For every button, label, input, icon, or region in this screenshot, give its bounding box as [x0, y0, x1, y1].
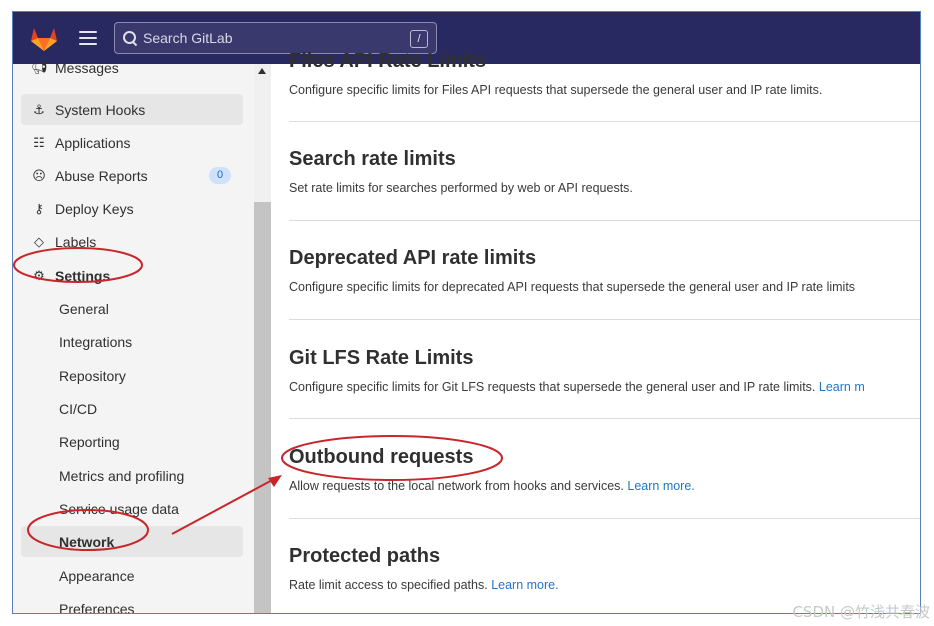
search-icon	[123, 31, 137, 45]
sidebar-item-system-hooks[interactable]: ⚓︎ System Hooks	[21, 94, 243, 125]
section-description: Set rate limits for searches performed b…	[289, 181, 633, 195]
section-files-api-rate-limits: Files API Rate Limits Configure specific…	[289, 50, 920, 97]
search-shortcut-key: /	[410, 30, 428, 48]
abuse-face-icon: ☹	[32, 167, 46, 183]
section-divider	[289, 518, 920, 519]
section-deprecated-api-rate-limits: Deprecated API rate limits Configure spe…	[289, 247, 920, 294]
sidebar-item-deploy-keys[interactable]: ⚷ Deploy Keys	[21, 193, 243, 224]
sidebar-item-labels[interactable]: ◇ Labels	[21, 226, 243, 257]
sidebar-subitem-appearance[interactable]: Appearance	[21, 560, 243, 591]
abuse-reports-count-badge: 0	[209, 167, 231, 184]
section-outbound-requests: Outbound requests Allow requests to the …	[289, 446, 920, 493]
section-divider	[289, 319, 920, 320]
sidebar-subitem-network[interactable]: Network	[21, 526, 243, 557]
watermark: CSDN @竹浅共春波	[792, 603, 930, 621]
section-description: Rate limit access to specified paths. Le…	[289, 578, 559, 592]
section-protected-paths: Protected paths Rate limit access to spe…	[289, 545, 920, 592]
section-description: Configure specific limits for deprecated…	[289, 280, 856, 294]
sidebar-subitem-service-usage-data[interactable]: Service usage data	[21, 493, 243, 524]
section-git-lfs-rate-limits: Git LFS Rate Limits Configure specific l…	[289, 347, 920, 394]
learn-more-link[interactable]: Learn more.	[491, 578, 558, 592]
search-placeholder: Search GitLab	[143, 30, 233, 46]
sidebar-subitem-preferences[interactable]: Preferences	[21, 593, 243, 614]
sidebar-subitem-metrics-and-profiling[interactable]: Metrics and profiling	[21, 460, 243, 491]
section-search-rate-limits: Search rate limits Set rate limits for s…	[289, 148, 920, 195]
settings-gear-icon: ⚙︎	[33, 267, 45, 283]
key-icon: ⚷	[34, 200, 44, 216]
label-tag-icon: ◇	[34, 233, 44, 249]
sidebar-subitem-reporting[interactable]: Reporting	[21, 426, 243, 457]
gitlab-logo-icon[interactable]	[29, 24, 59, 52]
section-title[interactable]: Git LFS Rate Limits	[289, 347, 920, 370]
section-divider	[289, 220, 920, 221]
sidebar-subitem-integrations[interactable]: Integrations	[21, 326, 243, 357]
learn-more-link[interactable]: Learn m	[819, 380, 865, 394]
section-description: Configure specific limits for Files API …	[289, 83, 823, 97]
scrollbar-thumb[interactable]	[254, 202, 271, 613]
main-content: Files API Rate Limits Configure specific…	[271, 50, 920, 613]
section-title[interactable]: Deprecated API rate limits	[289, 247, 920, 270]
applications-icon: ☷	[33, 134, 45, 150]
sidebar-item-applications[interactable]: ☷ Applications	[21, 127, 243, 158]
learn-more-link[interactable]: Learn more.	[627, 479, 694, 493]
section-divider	[289, 121, 920, 122]
section-title[interactable]: Search rate limits	[289, 148, 920, 171]
sidebar-subitem-repository[interactable]: Repository	[21, 360, 243, 391]
section-title[interactable]: Outbound requests	[289, 446, 920, 469]
sidebar-item-messages[interactable]: 📢︎ Messages	[21, 52, 243, 83]
section-title[interactable]: Protected paths	[289, 545, 920, 568]
admin-sidebar: 📢︎ Messages ⚓︎ System Hooks ☷ Applicatio…	[13, 60, 271, 614]
sidebar-item-abuse-reports[interactable]: ☹ Abuse Reports 0	[21, 160, 243, 191]
hook-icon: ⚓︎	[33, 101, 45, 117]
sidebar-scrollbar[interactable]	[254, 64, 271, 613]
browser-frame: Search GitLab / 📢︎ Messages ⚓︎ System Ho…	[12, 11, 921, 614]
sidebar-subitem-ci-cd[interactable]: CI/CD	[21, 393, 243, 424]
section-description: Configure specific limits for Git LFS re…	[289, 380, 865, 394]
section-divider	[289, 418, 920, 419]
section-description: Allow requests to the local network from…	[289, 479, 695, 493]
sidebar-item-settings[interactable]: ⚙︎ Settings	[21, 260, 243, 291]
section-title[interactable]: Files API Rate Limits	[289, 50, 920, 73]
scroll-up-arrow-icon[interactable]	[258, 68, 266, 74]
sidebar-subitem-general[interactable]: General	[21, 293, 243, 324]
menu-hamburger-icon[interactable]	[79, 31, 97, 45]
bullhorn-icon: 📢︎	[31, 59, 48, 75]
